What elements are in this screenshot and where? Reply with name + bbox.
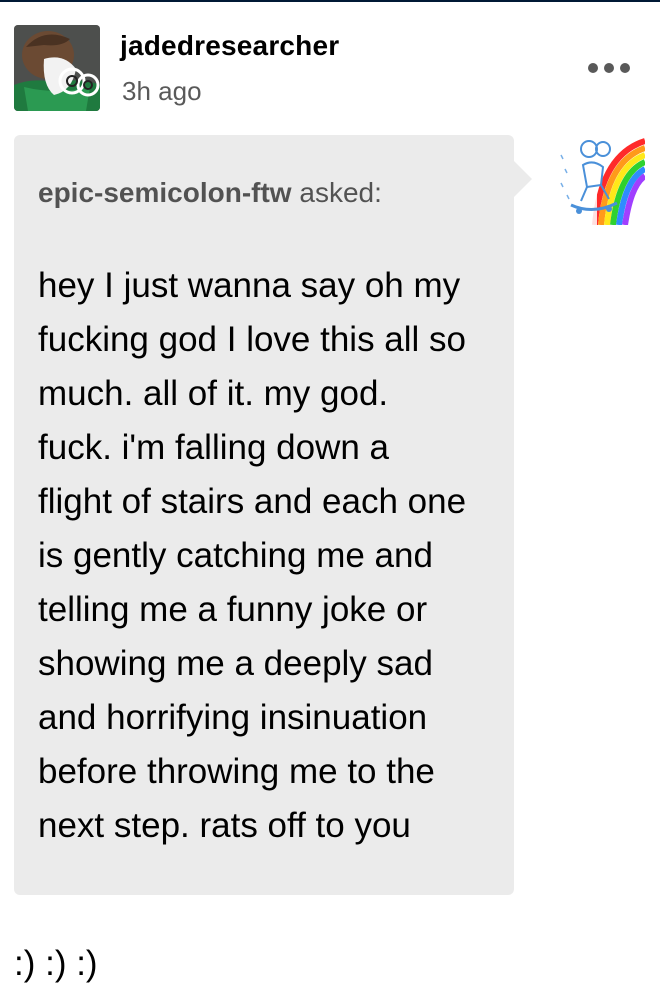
asker-avatar[interactable] bbox=[557, 135, 645, 225]
question-line: much. all of it. my god. bbox=[38, 374, 389, 413]
post-reply-text: :) :) :) bbox=[14, 944, 98, 983]
masked-figure-avatar-icon bbox=[14, 25, 100, 111]
more-options-button[interactable] bbox=[582, 50, 636, 86]
ellipsis-icon bbox=[588, 63, 630, 73]
asker-line: epic-semicolon-ftw asked: bbox=[38, 175, 490, 211]
question-line: next step. rats off to you bbox=[38, 806, 411, 845]
question-line: and horrifying insinuation bbox=[38, 698, 428, 737]
question-line: hey I just wanna say oh my bbox=[38, 266, 461, 305]
question-line: fuck. i'm falling down a bbox=[38, 428, 390, 467]
ask-bubble-tail bbox=[514, 161, 532, 197]
question-line: showing me a deeply sad bbox=[38, 644, 433, 683]
question-line: before throwing me to the bbox=[38, 752, 435, 791]
question-line: is gently catching me and bbox=[38, 536, 433, 575]
author-avatar[interactable] bbox=[14, 25, 100, 111]
post-author-name[interactable]: jadedresearcher bbox=[120, 30, 339, 62]
question-line: telling me a funny joke or bbox=[38, 590, 428, 629]
post-timestamp[interactable]: 3h ago bbox=[122, 76, 202, 107]
ask-question: hey I just wanna say oh my fucking god I… bbox=[38, 259, 490, 853]
asker-name[interactable]: epic-semicolon-ftw bbox=[38, 177, 292, 208]
rainbow-skateboarder-avatar-icon bbox=[557, 135, 645, 225]
ask-bubble: epic-semicolon-ftw asked: hey I just wan… bbox=[14, 135, 514, 895]
question-line: fucking god I love this all so bbox=[38, 320, 467, 359]
top-border bbox=[0, 0, 660, 2]
asked-label: asked: bbox=[299, 177, 382, 208]
question-line: flight of stairs and each one bbox=[38, 482, 467, 521]
